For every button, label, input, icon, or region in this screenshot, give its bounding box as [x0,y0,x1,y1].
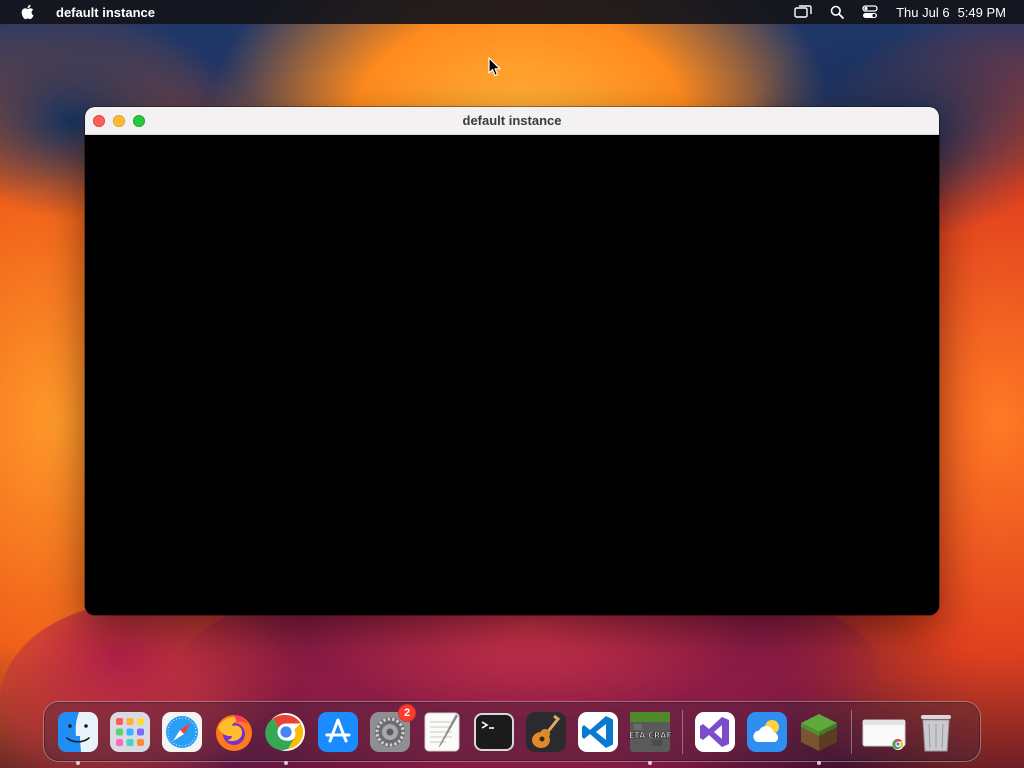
menu-bar: default instance Thu Jul 6 5:49 PM [0,0,1024,24]
minecraft-icon [801,713,837,751]
terminal-icon [474,712,514,751]
menu-bar-clock[interactable]: Thu Jul 6 5:49 PM [896,5,1006,20]
window-titlebar[interactable]: default instance [85,107,939,135]
dock-item-trash[interactable] [914,710,958,754]
dock-item-safari[interactable] [160,710,204,754]
clock-time: 5:49 PM [957,4,1006,20]
window-content[interactable] [85,135,939,615]
clock-date: Thu Jul 6 [896,4,950,20]
chrome-icon [265,712,305,751]
window-controls [93,115,145,127]
close-button[interactable] [93,115,105,127]
safari-icon [162,711,202,752]
weather-icon [747,711,787,752]
dock-item-terminal[interactable] [472,710,516,754]
dock-item-system-settings[interactable]: 2 [368,703,416,754]
dock: 2 ETA CRAF [43,701,981,765]
dock-item-launchpad[interactable] [108,710,152,754]
dock-separator [682,709,683,754]
dock-item-firefox[interactable] [212,710,256,754]
dock-item-garageband[interactable] [524,710,568,754]
notification-badge: 2 [398,703,416,722]
dock-item-textedit[interactable] [420,710,464,754]
textedit-icon [424,712,460,751]
dock-item-betacraft[interactable]: BETA CRAFT [628,710,672,765]
dock-item-chrome-window[interactable] [862,710,906,754]
maximize-button[interactable] [133,115,145,127]
betacraft-label: BETA CRAFT [628,731,672,740]
dock-separator [851,709,852,754]
garageband-icon [526,711,566,752]
mouse-cursor-icon [488,57,501,77]
dock-item-minecraft[interactable] [797,710,841,765]
apple-icon[interactable] [20,3,38,21]
spotlight-search-icon[interactable] [830,5,844,19]
launchpad-icon [110,711,150,752]
firefox-icon [216,714,252,751]
dock-item-chrome[interactable] [264,710,308,765]
betacraft-icon: BETA CRAFT [628,711,672,752]
dock-item-visual-studio[interactable] [693,710,737,754]
dock-item-weather[interactable] [745,710,789,754]
visual-studio-icon [695,711,735,752]
minimize-button[interactable] [113,115,125,127]
control-center-icon[interactable] [862,5,878,19]
vscode-icon [578,711,618,752]
screen-mirroring-icon[interactable] [794,5,812,19]
app-window[interactable]: default instance [85,107,939,615]
window-title: default instance [462,113,562,128]
finder-icon [58,711,98,752]
trash-icon [921,714,951,751]
dock-item-vscode[interactable] [576,710,620,754]
dock-item-finder[interactable] [56,710,100,765]
active-app-name[interactable]: default instance [56,5,155,20]
app-store-icon [318,711,358,752]
dock-item-app-store[interactable] [316,710,360,754]
chrome-window-icon [862,719,906,750]
